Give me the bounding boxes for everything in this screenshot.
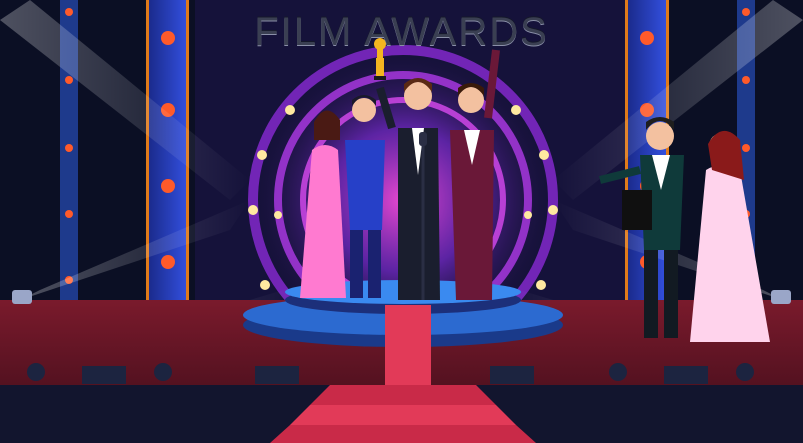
page-title: FILM AWARDS xyxy=(254,10,549,54)
stage-scene xyxy=(0,0,803,443)
envelope-card xyxy=(622,190,652,230)
award-ceremony-illustration: FILM AWARDS xyxy=(0,0,803,443)
